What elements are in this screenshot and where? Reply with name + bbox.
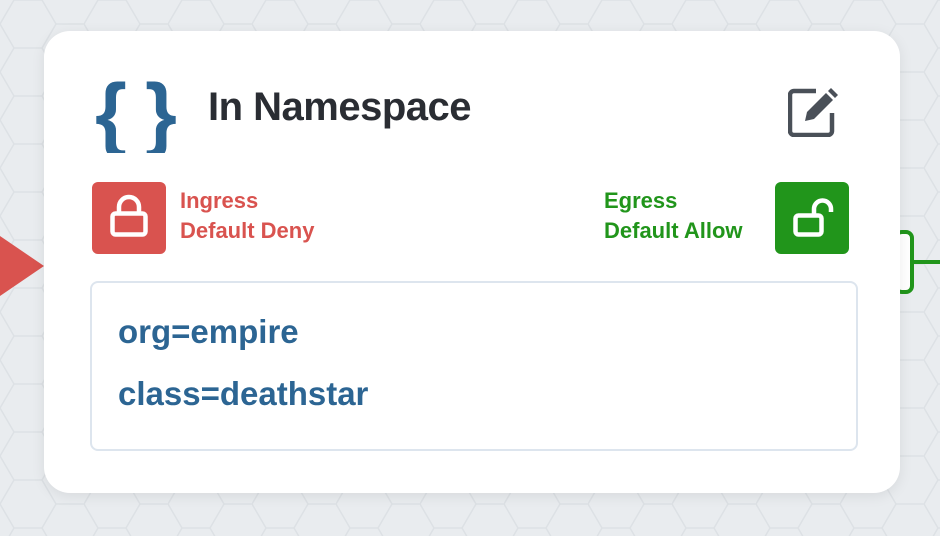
ingress-policy-text: Ingress Default Deny bbox=[180, 186, 314, 246]
ingress-label: Ingress bbox=[180, 188, 259, 213]
ingress-arrow bbox=[0, 236, 44, 296]
egress-default-label: Default Allow bbox=[604, 218, 743, 243]
svg-text:{: { bbox=[95, 75, 127, 153]
pod-label: org=empire bbox=[118, 313, 299, 350]
egress-lock-badge bbox=[775, 182, 849, 254]
lock-open-icon bbox=[793, 198, 834, 237]
egress-connector bbox=[894, 230, 940, 294]
egress-policy-text: Egress Default Allow bbox=[604, 186, 743, 246]
card-title: In Namespace bbox=[208, 85, 472, 129]
egress-label: Egress bbox=[604, 188, 678, 213]
namespace-card[interactable]: { } In Namespace Ingress Default Deny Eg… bbox=[44, 31, 900, 493]
lock-closed-icon bbox=[110, 194, 148, 237]
pod-labels-box: org=empire class=deathstar bbox=[90, 281, 858, 451]
namespace-braces-icon: { } bbox=[95, 75, 177, 153]
edit-icon[interactable] bbox=[788, 87, 838, 137]
svg-text:}: } bbox=[145, 75, 177, 153]
ingress-default-label: Default Deny bbox=[180, 218, 315, 243]
ingress-lock-badge bbox=[92, 182, 166, 254]
pod-label: class=deathstar bbox=[118, 375, 369, 412]
